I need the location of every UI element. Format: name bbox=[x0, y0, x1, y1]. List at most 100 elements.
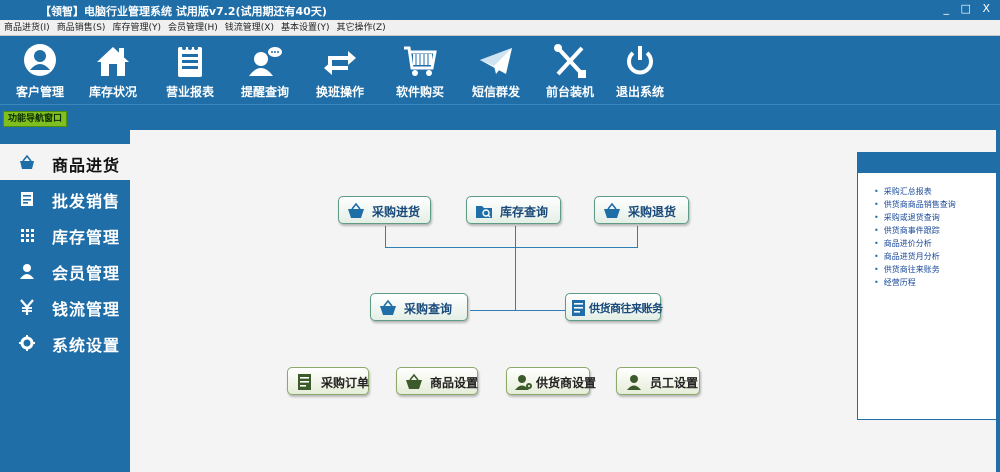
notepad-icon bbox=[170, 42, 210, 80]
toolbar-label: 营业报表 bbox=[165, 85, 214, 99]
folder-search-icon bbox=[474, 201, 494, 221]
report-link[interactable]: 商品进价分析 bbox=[874, 237, 997, 250]
toolbar-label: 库存状况 bbox=[88, 85, 137, 99]
basket-icon bbox=[378, 298, 398, 318]
sidebar: 商品进货 批发销售 库存管理 会员管理 钱流管理 系统设置 bbox=[0, 130, 132, 472]
sidebar-item-label: 钱流管理 bbox=[52, 300, 121, 319]
cart-icon bbox=[400, 42, 440, 80]
ledger-icon bbox=[569, 298, 589, 318]
button-label: 员工设置 bbox=[650, 376, 699, 390]
menu-member[interactable]: 会员管理(H) bbox=[164, 20, 221, 36]
toolbar-exit-button[interactable]: 退出系统 bbox=[605, 36, 675, 104]
toolbar-reports-button[interactable]: 营业报表 bbox=[155, 36, 225, 104]
supplier-settings-button[interactable]: 供货商设置 bbox=[506, 367, 596, 395]
purchase-stock-in-button[interactable]: 采购进货 bbox=[338, 196, 431, 224]
ledger-icon bbox=[18, 190, 36, 208]
purchase-return-button[interactable]: 采购退货 bbox=[594, 196, 689, 224]
toolbar-label: 提醒查询 bbox=[240, 85, 289, 99]
report-link[interactable]: 经营历程 bbox=[874, 276, 997, 289]
toolbar-label: 短信群发 bbox=[471, 85, 520, 99]
power-icon bbox=[620, 42, 660, 80]
restore-button[interactable]: □ bbox=[961, 2, 975, 15]
button-label: 商品设置 bbox=[430, 376, 479, 390]
toolbar-label: 软件购买 bbox=[395, 85, 444, 99]
title-bar: 【领智】电脑行业管理系统 试用版v7.2(试用期还有40天) _ □ X bbox=[0, 0, 1000, 20]
toolbar-label: 客户管理 bbox=[15, 85, 64, 99]
window-title: 【领智】电脑行业管理系统 试用版v7.2(试用期还有40天) bbox=[40, 5, 327, 18]
reports-link-list: 采购汇总报表 供货商商品销售查询 采购或退货查询 供货商事件跟踪 商品进价分析 … bbox=[858, 173, 997, 289]
main-toolbar: 客户管理 库存状况 营业报表 提醒查询 换班操作 软件购买 短信群发 前台装机 … bbox=[0, 36, 1000, 104]
menu-cashflow[interactable]: 钱流管理(X) bbox=[221, 20, 277, 36]
menu-basic-settings[interactable]: 基本设置(Y) bbox=[277, 20, 333, 36]
toolbar-reminder-button[interactable]: 提醒查询 bbox=[230, 36, 300, 104]
sidebar-item-cashflow[interactable]: 钱流管理 bbox=[0, 288, 130, 324]
nav-window-tab[interactable]: 功能导航窗口 bbox=[3, 111, 68, 127]
button-label: 库存查询 bbox=[500, 205, 549, 219]
toolbar-frontend-install-button[interactable]: 前台装机 bbox=[535, 36, 605, 104]
sidebar-item-label: 批发销售 bbox=[52, 192, 121, 211]
minimize-button[interactable]: _ bbox=[944, 2, 954, 15]
menu-inventory[interactable]: 库存管理(Y) bbox=[108, 20, 164, 36]
flow-connector-vertical bbox=[515, 226, 516, 311]
customer-icon bbox=[20, 42, 60, 80]
toolbar-stock-status-button[interactable]: 库存状况 bbox=[78, 36, 148, 104]
envelope-icon bbox=[476, 42, 516, 80]
menu-bar: 商品进货(I) 商品销售(S) 库存管理(Y) 会员管理(H) 钱流管理(X) … bbox=[0, 20, 1000, 36]
menu-other[interactable]: 其它操作(Z) bbox=[333, 20, 389, 36]
report-link[interactable]: 采购汇总报表 bbox=[874, 185, 997, 198]
menu-purchase[interactable]: 商品进货(I) bbox=[0, 20, 53, 36]
menu-sales[interactable]: 商品销售(S) bbox=[53, 20, 109, 36]
supplier-accounts-button[interactable]: 供货商往来账务 bbox=[565, 293, 663, 321]
basket-icon bbox=[18, 154, 36, 172]
purchase-order-button[interactable]: 采购订单 bbox=[287, 367, 369, 395]
basket-icon bbox=[602, 201, 622, 221]
report-link[interactable]: 商品进货月分析 bbox=[874, 250, 997, 263]
report-link[interactable]: 供货商往来账务 bbox=[874, 263, 997, 276]
sidebar-item-label: 会员管理 bbox=[52, 264, 121, 283]
flow-connector-left-stub bbox=[385, 226, 386, 247]
home-icon bbox=[93, 42, 133, 80]
toolbar-sms-button[interactable]: 短信群发 bbox=[461, 36, 531, 104]
reports-panel: 采购汇总报表 供货商商品销售查询 采购或退货查询 供货商事件跟踪 商品进价分析 … bbox=[857, 152, 998, 420]
sidebar-item-wholesale[interactable]: 批发销售 bbox=[0, 180, 130, 216]
sidebar-item-purchase[interactable]: 商品进货 bbox=[0, 144, 132, 180]
basket-icon bbox=[404, 372, 424, 392]
report-link[interactable]: 供货商商品销售查询 bbox=[874, 198, 997, 211]
swap-arrows-icon bbox=[320, 42, 360, 80]
purchase-query-button[interactable]: 采购查询 bbox=[370, 293, 468, 321]
toolbar-buy-software-button[interactable]: 软件购买 bbox=[385, 36, 455, 104]
stock-query-button[interactable]: 库存查询 bbox=[466, 196, 561, 224]
sidebar-item-inventory[interactable]: 库存管理 bbox=[0, 216, 130, 252]
toolbar-label: 前台装机 bbox=[545, 85, 594, 99]
flow-connector-top bbox=[385, 247, 638, 248]
gear-icon bbox=[18, 334, 36, 352]
person-icon bbox=[18, 262, 36, 280]
report-link[interactable]: 采购或退货查询 bbox=[874, 211, 997, 224]
user-gear-icon bbox=[514, 372, 534, 392]
flow-connector-middle bbox=[470, 310, 565, 311]
right-frame-edge bbox=[996, 130, 1000, 472]
staff-settings-button[interactable]: 员工设置 bbox=[616, 367, 700, 395]
sidebar-item-system-settings[interactable]: 系统设置 bbox=[0, 324, 130, 360]
sidebar-item-label: 库存管理 bbox=[52, 228, 121, 247]
toolbar-label: 换班操作 bbox=[315, 85, 364, 99]
toolbar-shift-button[interactable]: 换班操作 bbox=[305, 36, 375, 104]
button-label: 采购进货 bbox=[372, 205, 421, 219]
product-settings-button[interactable]: 商品设置 bbox=[396, 367, 478, 395]
button-label: 供货商设置 bbox=[536, 376, 597, 390]
report-link[interactable]: 供货商事件跟踪 bbox=[874, 224, 997, 237]
sidebar-item-member[interactable]: 会员管理 bbox=[0, 252, 130, 288]
button-label: 采购查询 bbox=[404, 302, 453, 316]
basket-icon bbox=[346, 201, 366, 221]
button-label: 采购订单 bbox=[321, 376, 370, 390]
nav-strip: 功能导航窗口 bbox=[0, 104, 1000, 130]
yen-icon bbox=[18, 298, 36, 316]
sidebar-item-label: 商品进货 bbox=[52, 156, 121, 175]
toolbar-customer-button[interactable]: 客户管理 bbox=[5, 36, 75, 104]
ledger-icon bbox=[295, 372, 315, 392]
close-button[interactable]: X bbox=[982, 2, 994, 15]
window-controls: _ □ X bbox=[944, 2, 994, 15]
person-icon bbox=[624, 372, 644, 392]
tools-icon bbox=[550, 42, 590, 80]
toolbar-label: 退出系统 bbox=[615, 85, 664, 99]
